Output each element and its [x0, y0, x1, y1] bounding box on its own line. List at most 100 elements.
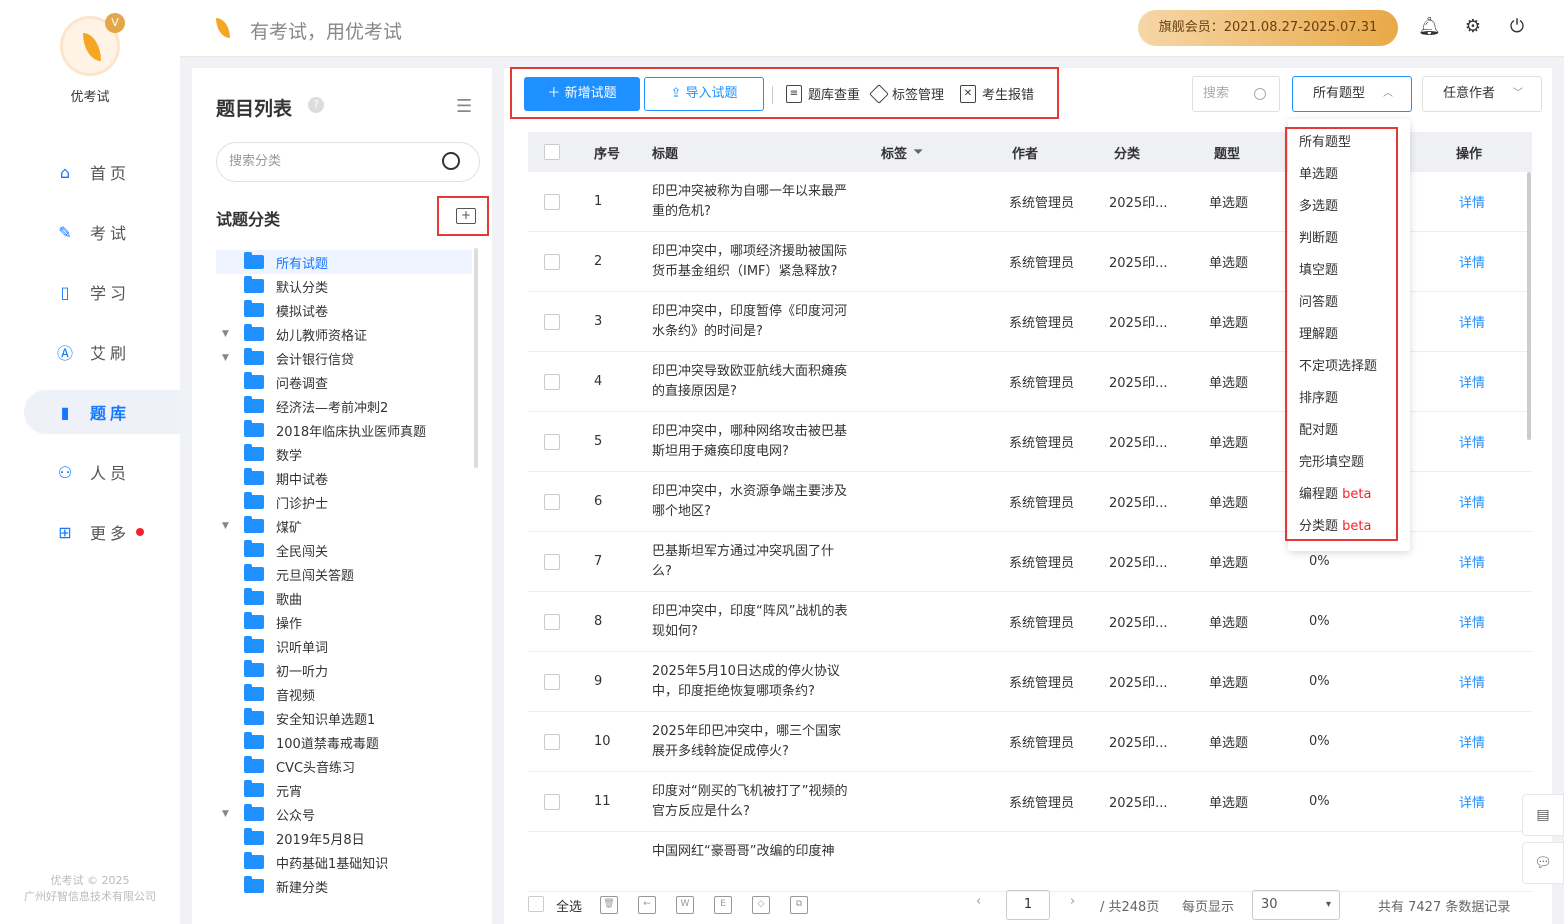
detail-link[interactable]: 详情 — [1459, 472, 1485, 531]
expand-arrow-icon[interactable]: ▼ — [222, 329, 229, 339]
author-select[interactable]: 任意作者 ﹀ — [1422, 76, 1542, 112]
tree-item[interactable]: 元旦闯关答题 — [216, 562, 472, 586]
tree-item[interactable]: 全民闯关 — [216, 538, 472, 562]
table-row[interactable]: 11 印度对“刚买的飞机被打了”视频的官方反应是什么? 系统管理员 2025印... 单… — [528, 772, 1532, 832]
row-checkbox[interactable] — [544, 493, 560, 510]
tree-item[interactable]: ▼ 幼儿教师资格证 — [216, 322, 472, 346]
tree-item[interactable]: 中药基础1基础知识 — [216, 850, 472, 874]
move-folder-icon[interactable]: ← — [638, 896, 656, 914]
scrollbar[interactable] — [474, 248, 478, 468]
filter-icon[interactable]: ⏷ — [913, 145, 923, 160]
tree-item[interactable]: 问卷调查 — [216, 370, 472, 394]
tree-item[interactable]: 识听单词 — [216, 634, 472, 658]
nav-item-2[interactable]: ▯ 学习 — [24, 270, 180, 314]
tree-item[interactable]: 门诊护士 — [216, 490, 472, 514]
tag-batch-icon[interactable]: ◇ — [752, 896, 770, 914]
tree-item[interactable]: 默认分类 — [216, 274, 472, 298]
chat-float-icon[interactable]: 💬︎ — [1522, 842, 1564, 884]
detail-link[interactable]: 详情 — [1459, 172, 1485, 231]
tree-item[interactable]: ▼ 煤矿 — [216, 514, 472, 538]
detail-link[interactable]: 详情 — [1459, 352, 1485, 411]
nav-item-6[interactable]: ⊞ 更多 — [24, 510, 180, 554]
tree-item[interactable]: 经济法—考前冲刺2 — [216, 394, 472, 418]
tree-item[interactable]: 2019年5月8日 — [216, 826, 472, 850]
table-row[interactable]: 8 印巴冲突中，印度“阵风”战机的表现如何? 系统管理员 2025印... 单选题 0% 详… — [528, 592, 1532, 652]
export-word-icon[interactable]: W — [676, 896, 694, 914]
tree-item[interactable]: 元宵 — [216, 778, 472, 802]
detail-link[interactable]: 详情 — [1459, 592, 1485, 651]
app-logo[interactable]: V — [60, 13, 125, 76]
tree-item[interactable]: 期中试卷 — [216, 466, 472, 490]
bell-icon[interactable]: 🔔︎ — [1418, 16, 1441, 38]
row-checkbox[interactable] — [544, 253, 560, 270]
table-scrollbar[interactable] — [1527, 172, 1531, 440]
detail-link[interactable]: 详情 — [1459, 412, 1485, 471]
tree-item[interactable]: 新建分类 — [216, 874, 472, 898]
tree-item[interactable]: 安全知识单选题1 — [216, 706, 472, 730]
row-checkbox[interactable] — [544, 793, 560, 810]
tree-item[interactable]: 音视频 — [216, 682, 472, 706]
detail-link[interactable]: 详情 — [1459, 292, 1485, 351]
export-excel-icon[interactable]: E — [714, 896, 732, 914]
nav-item-5[interactable]: ⚇ 人员 — [24, 450, 180, 494]
tree-item[interactable]: 初一听力 — [216, 658, 472, 682]
tree-item[interactable]: ▼ 公众号 — [216, 802, 472, 826]
search-icon[interactable] — [1254, 88, 1266, 100]
col-tags[interactable]: 标签 ⏷ — [881, 132, 923, 172]
detail-link[interactable]: 详情 — [1459, 232, 1485, 291]
select-all-label[interactable]: 全选 — [556, 896, 582, 915]
notes-float-icon[interactable]: ▤ — [1522, 794, 1564, 836]
expand-arrow-icon[interactable]: ▼ — [222, 353, 229, 363]
tree-item[interactable]: 操作 — [216, 610, 472, 634]
row-checkbox[interactable] — [544, 373, 560, 390]
category-search-input[interactable]: 搜索分类 — [216, 142, 480, 182]
table-row[interactable]: 9 2025年5月10日达成的停火协议中，印度拒绝恢复哪项条约? 系统管理员 2025… — [528, 652, 1532, 712]
tag-manage-button[interactable]: 标签管理 — [869, 83, 944, 104]
tree-item[interactable]: CVC头音练习 — [216, 754, 472, 778]
expand-arrow-icon[interactable]: ▼ — [222, 809, 229, 819]
row-checkbox[interactable] — [544, 673, 560, 690]
add-folder-icon[interactable]: + — [456, 208, 476, 224]
membership-badge[interactable]: 旗舰会员：2021.08.27-2025.07.31 — [1138, 10, 1398, 46]
nav-item-4[interactable]: ▮ 题库 — [24, 390, 180, 434]
detail-link[interactable]: 详情 — [1459, 532, 1485, 591]
tree-item[interactable]: 数学 — [216, 442, 472, 466]
question-search-input[interactable]: 搜索 — [1192, 76, 1280, 112]
type-select[interactable]: 所有题型 ︿ — [1292, 76, 1412, 112]
import-question-button[interactable]: ⇪ 导入试题 — [644, 77, 764, 111]
error-report-button[interactable]: ✕ 考生报错 — [960, 84, 1034, 103]
tree-item[interactable]: 100道禁毒戒毒题 — [216, 730, 472, 754]
tree-item[interactable]: 所有试题 — [216, 250, 472, 274]
select-all-checkbox[interactable] — [528, 896, 544, 912]
header-checkbox[interactable] — [544, 144, 560, 160]
tree-item[interactable]: 歌曲 — [216, 586, 472, 610]
tree-item[interactable]: ▼ 会计银行信贷 — [216, 346, 472, 370]
row-checkbox[interactable] — [544, 433, 560, 450]
next-page-icon[interactable]: › — [1070, 894, 1075, 909]
collapse-menu-icon[interactable]: ☰ — [456, 96, 472, 117]
row-checkbox[interactable] — [544, 733, 560, 750]
detail-link[interactable]: 详情 — [1459, 772, 1485, 831]
prev-page-icon[interactable]: ‹ — [976, 894, 981, 909]
row-checkbox[interactable] — [544, 313, 560, 330]
gear-icon[interactable]: ⚙ — [1462, 16, 1484, 38]
add-question-button[interactable]: ＋ 新增试题 — [524, 77, 640, 111]
detail-link[interactable]: 详情 — [1459, 652, 1485, 711]
search-icon[interactable] — [442, 152, 460, 170]
page-input[interactable]: 1 — [1006, 890, 1050, 920]
delete-icon[interactable]: 🗑︎ — [600, 896, 618, 914]
table-row[interactable]: 10 2025年印巴冲突中，哪三个国家展开多线斡旋促成停火? 系统管理员 2025印.… — [528, 712, 1532, 772]
power-icon[interactable]: ⏻ — [1506, 16, 1528, 38]
tree-item[interactable]: 模拟试卷 — [216, 298, 472, 322]
detail-link[interactable]: 详情 — [1459, 712, 1485, 771]
row-checkbox[interactable] — [544, 193, 560, 210]
expand-arrow-icon[interactable]: ▼ — [222, 521, 229, 531]
copy-icon[interactable]: ⧉ — [790, 896, 808, 914]
row-checkbox[interactable] — [544, 613, 560, 630]
nav-item-1[interactable]: ✎ 考试 — [24, 210, 180, 254]
row-checkbox[interactable] — [544, 553, 560, 570]
dedupe-button[interactable]: ≡ 题库查重 — [786, 84, 860, 103]
tree-item[interactable]: 2018年临床执业医师真题 — [216, 418, 472, 442]
help-icon[interactable]: ? — [308, 97, 324, 113]
table-row[interactable]: 中国网红“豪哥哥”改编的印度神 — [528, 832, 1532, 892]
